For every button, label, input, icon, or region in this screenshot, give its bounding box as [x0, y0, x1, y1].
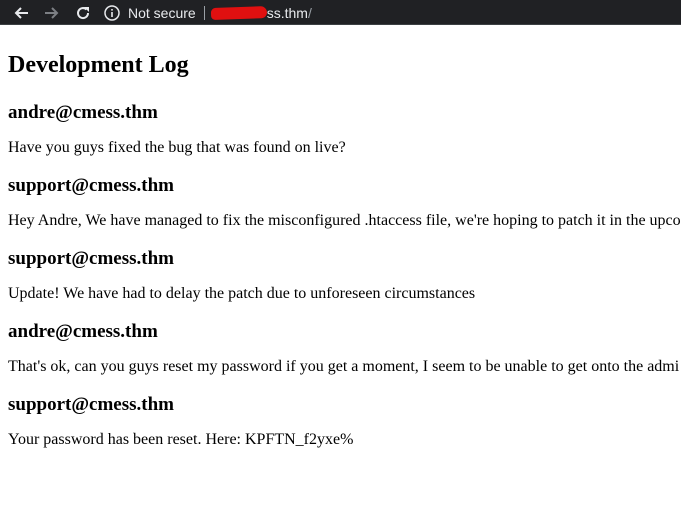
- arrow-right-icon: [45, 6, 59, 19]
- security-status[interactable]: Not secure: [128, 5, 196, 21]
- url-domain: ss.thm: [266, 4, 308, 21]
- entry-message: Update! We have had to delay the patch d…: [8, 285, 476, 302]
- entry-author: support@cmess.thm: [8, 248, 174, 269]
- entry-author: support@cmess.thm: [8, 394, 174, 415]
- url-path: /: [307, 4, 312, 21]
- entry-message: Have you guys fixed the bug that was fou…: [8, 139, 346, 156]
- entry-message: That's ok, can you guys reset my passwor…: [8, 358, 680, 375]
- entry-message: Hey Andre, We have managed to fix the mi…: [8, 212, 681, 229]
- redaction-mark: [210, 5, 267, 20]
- entry-message: Your password has been reset. Here: KPFT…: [8, 431, 354, 448]
- info-icon[interactable]: [104, 4, 120, 21]
- entry-author: andre@cmess.thm: [8, 102, 158, 123]
- entry-author: support@cmess.thm: [8, 175, 174, 196]
- arrow-left-icon: [14, 6, 28, 19]
- entry-author: andre@cmess.thm: [8, 321, 158, 342]
- address-bar[interactable]: Not secure ss.thm/: [104, 2, 312, 24]
- page-content: Development Log andre@cmess.thm Have you…: [0, 25, 681, 449]
- back-button[interactable]: [10, 2, 32, 24]
- address-separator: [203, 5, 205, 20]
- reload-icon: [77, 6, 90, 19]
- page-title: Development Log: [8, 52, 189, 78]
- browser-toolbar: Not secure ss.thm/: [0, 0, 681, 25]
- reload-button[interactable]: [72, 2, 94, 24]
- forward-button[interactable]: [41, 2, 63, 24]
- url-text[interactable]: ss.thm/: [210, 4, 312, 21]
